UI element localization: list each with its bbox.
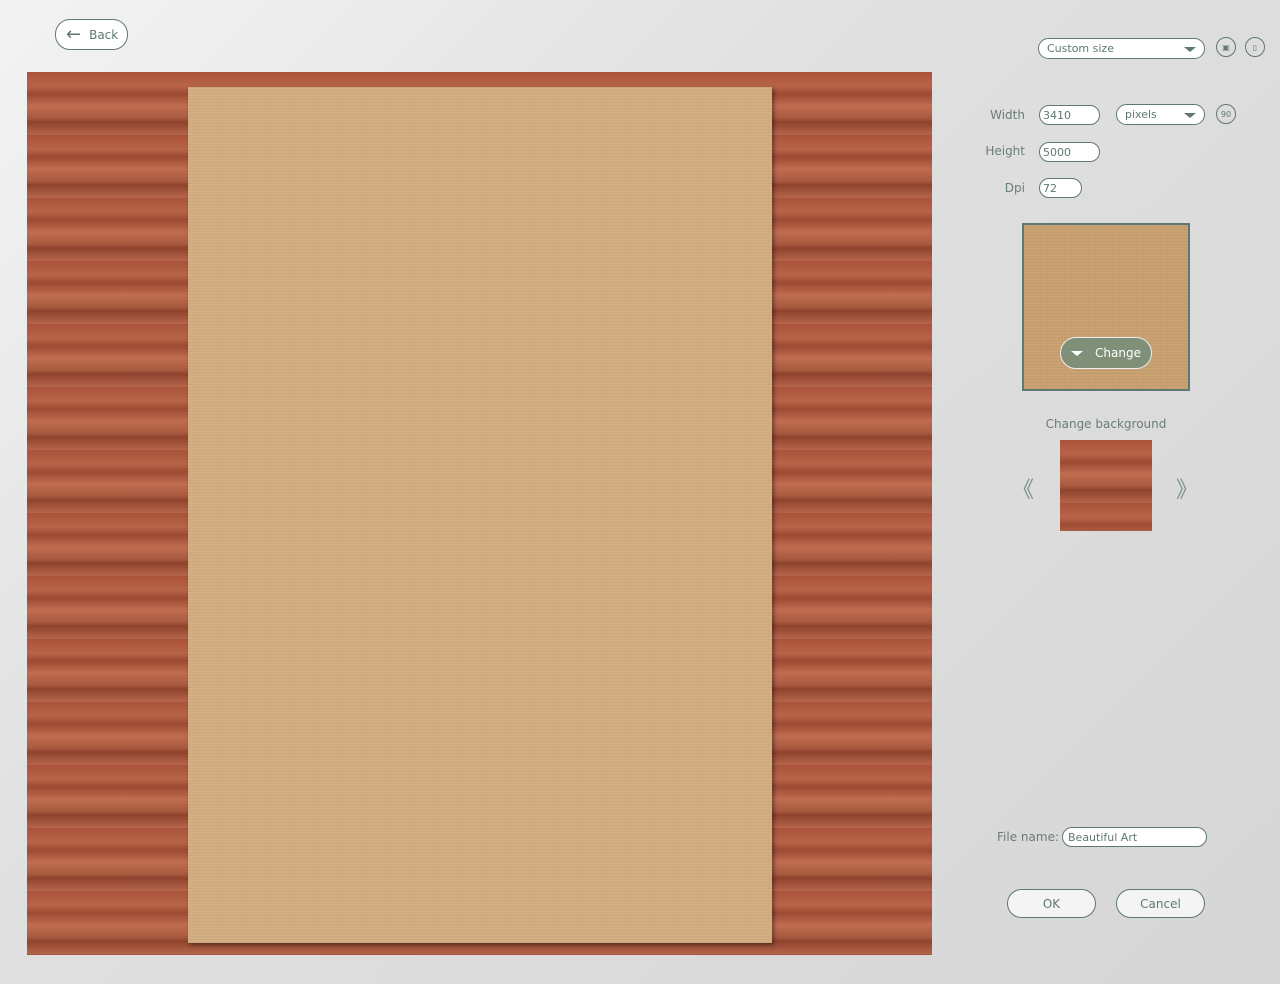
trash-icon[interactable]: ▯: [1245, 37, 1265, 57]
file-name-label: File name:: [997, 830, 1059, 844]
chevron-down-icon: [1184, 46, 1196, 52]
dpi-label: Dpi: [1004, 181, 1025, 195]
change-texture-button[interactable]: Change: [1060, 337, 1152, 369]
height-input[interactable]: 5000: [1039, 142, 1100, 162]
background-thumbnail[interactable]: [1060, 440, 1152, 531]
unit-select[interactable]: pixels: [1116, 104, 1205, 125]
chevron-down-icon: [1184, 112, 1196, 118]
save-icon[interactable]: ▣: [1216, 37, 1236, 57]
change-background-label: Change background: [1045, 417, 1167, 431]
back-button[interactable]: ← Back: [55, 19, 128, 50]
caret-down-icon: [1071, 350, 1084, 356]
ok-button[interactable]: OK: [1007, 889, 1096, 918]
file-name-input[interactable]: Beautiful Art: [1062, 827, 1207, 847]
chevron-left-icon[interactable]: 《: [1012, 472, 1034, 504]
width-input[interactable]: 3410: [1039, 105, 1100, 125]
arrow-left-icon: ←: [66, 24, 82, 45]
rotate-90-icon[interactable]: 90: [1216, 104, 1236, 124]
canvas[interactable]: [188, 87, 772, 943]
width-label: Width: [990, 108, 1025, 122]
dpi-input[interactable]: 72: [1039, 178, 1082, 198]
chevron-right-icon[interactable]: 》: [1176, 472, 1198, 504]
preset-select[interactable]: Custom size: [1038, 38, 1205, 59]
cancel-button[interactable]: Cancel: [1116, 889, 1205, 918]
height-label: Height: [985, 144, 1025, 158]
